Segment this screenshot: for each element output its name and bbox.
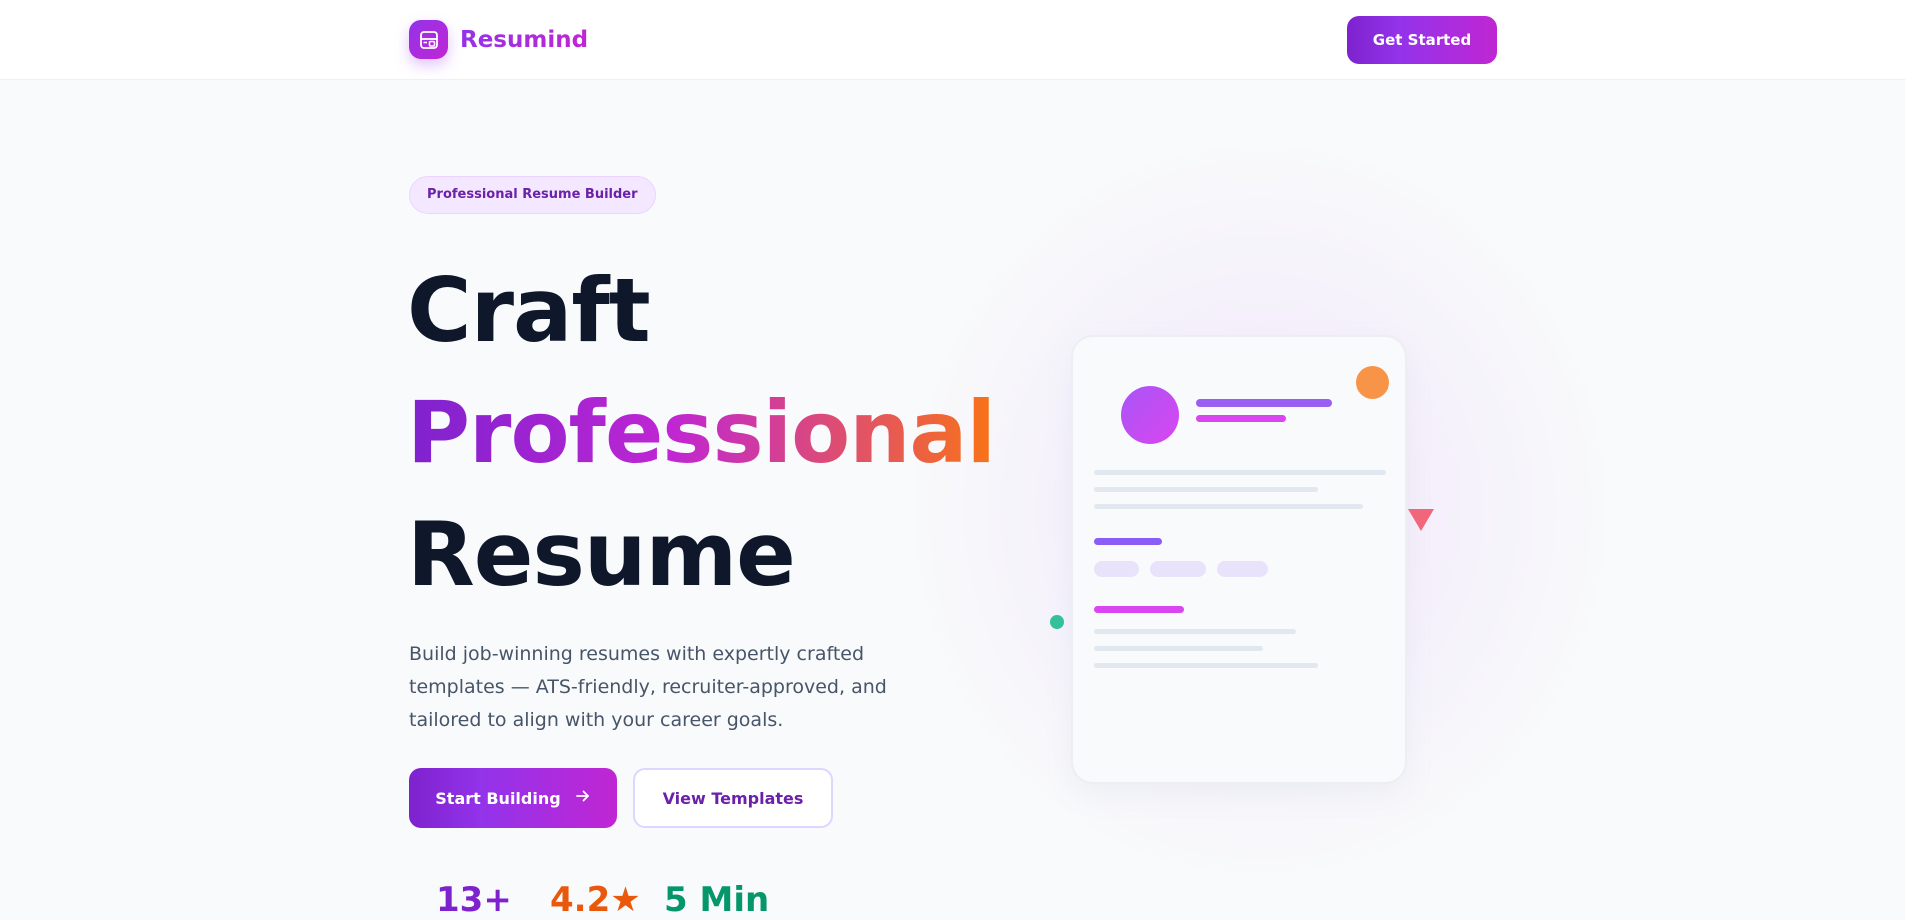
stat-build-time: 5 Min bbox=[664, 880, 770, 920]
decorative-green-dot bbox=[1050, 615, 1064, 629]
arrow-right-icon bbox=[575, 788, 591, 808]
headline-line-professional: Professional bbox=[407, 372, 996, 494]
layout-template-icon bbox=[409, 20, 448, 59]
resume-skill-pill bbox=[1217, 561, 1268, 577]
start-building-label: Start Building bbox=[435, 788, 561, 808]
navbar: Resumind Get Started bbox=[0, 0, 1905, 80]
resume-text-line bbox=[1094, 487, 1318, 492]
decorative-red-triangle bbox=[1408, 509, 1434, 531]
decorative-orange-circle bbox=[1356, 366, 1389, 399]
headline-line-resume: Resume bbox=[407, 503, 796, 606]
stat-templates-count: 13+ bbox=[436, 880, 512, 920]
resume-text-line bbox=[1094, 470, 1386, 475]
resume-text-line bbox=[1094, 663, 1318, 668]
stats-row: 13+ 4.2★ 5 Min bbox=[436, 880, 769, 920]
resume-name-placeholder bbox=[1196, 399, 1332, 407]
headline-line-craft: Craft bbox=[407, 259, 651, 362]
get-started-button[interactable]: Get Started bbox=[1347, 16, 1497, 64]
resume-skill-pill bbox=[1150, 561, 1206, 577]
start-building-button[interactable]: Start Building bbox=[409, 768, 617, 828]
resume-section-heading-experience bbox=[1094, 606, 1184, 613]
resume-skill-pill bbox=[1094, 561, 1139, 577]
resume-preview-card bbox=[1071, 335, 1407, 784]
resume-text-line bbox=[1094, 646, 1263, 651]
resume-section-heading-skills bbox=[1094, 538, 1162, 545]
hero-badge: Professional Resume Builder bbox=[409, 176, 656, 214]
resume-title-placeholder bbox=[1196, 415, 1286, 422]
view-templates-button[interactable]: View Templates bbox=[633, 768, 833, 828]
resume-text-line bbox=[1094, 504, 1363, 509]
hero-description: Build job-winning resumes with expertly … bbox=[409, 643, 887, 731]
brand-logo-link[interactable]: Resumind bbox=[409, 20, 588, 59]
brand-name: Resumind bbox=[460, 26, 589, 53]
resume-avatar-placeholder bbox=[1121, 386, 1179, 444]
resume-text-line bbox=[1094, 629, 1296, 634]
stat-rating: 4.2★ bbox=[550, 880, 641, 920]
hero-headline: Craft Professional Resume bbox=[407, 250, 996, 616]
